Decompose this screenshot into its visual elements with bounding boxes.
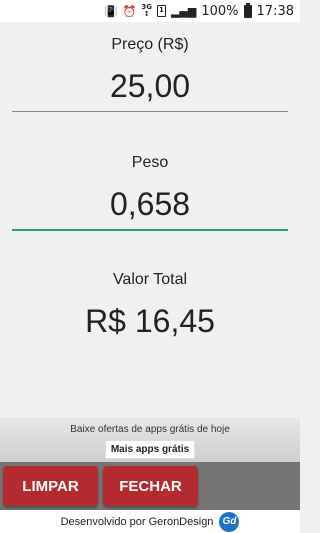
more-free-apps-button[interactable]: Mais apps grátis <box>104 440 196 459</box>
total-value: R$ 16,45 <box>85 303 215 339</box>
weight-underline <box>12 229 288 231</box>
weight-input[interactable]: 0,658 <box>12 186 288 223</box>
network-3g-icon: 3G ↕ <box>141 3 152 18</box>
clear-button[interactable]: LIMPAR <box>3 466 98 506</box>
sim-icon: 1 <box>156 5 166 17</box>
battery-percent: 100% <box>201 3 239 19</box>
close-button[interactable]: FECHAR <box>103 466 198 506</box>
total-section: Valor Total R$ 16,45 <box>0 271 300 340</box>
alarm-icon: ⏰ <box>122 4 137 18</box>
weight-field[interactable]: Peso 0,658 <box>12 154 288 231</box>
gerondesign-logo-icon[interactable]: Gd <box>219 511 240 532</box>
price-label: Preço (R$) <box>111 36 189 53</box>
status-bar: 📳 ⏰ 3G ↕ 1 ▂▄▆ 100% 17:38 <box>0 0 300 22</box>
clock: 17:38 <box>256 3 294 19</box>
footer: Desenvolvido por GeronDesign Gd <box>0 510 300 533</box>
developer-credit: Desenvolvido por GeronDesign <box>60 515 214 528</box>
price-underline <box>12 111 288 112</box>
action-bar: LIMPAR FECHAR <box>0 462 300 510</box>
signal-icon: ▂▄▆ <box>170 4 197 18</box>
battery-icon <box>243 2 252 18</box>
weight-label: Peso <box>131 154 169 171</box>
vibrate-icon: 📳 <box>103 4 118 18</box>
total-label: Valor Total <box>112 271 188 288</box>
ad-text: Baixe ofertas de apps grátis de hoje <box>70 424 230 435</box>
price-field[interactable]: Preço (R$) 25,00 <box>12 36 288 112</box>
ad-banner[interactable]: Baixe ofertas de apps grátis de hoje Mai… <box>0 418 300 462</box>
price-input[interactable]: 25,00 <box>12 68 288 105</box>
